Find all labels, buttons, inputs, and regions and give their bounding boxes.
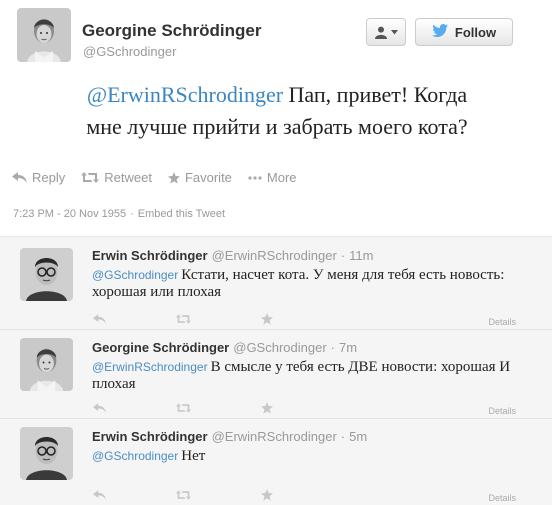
reply-item: Erwin Schrödinger @ErwinRSchrodinger 5m @G… xyxy=(0,419,552,505)
reply-author-name[interactable]: Georgine Schrödinger xyxy=(92,340,229,355)
reply-icon[interactable] xyxy=(93,314,106,324)
author-handle[interactable]: @GSchrodinger xyxy=(83,44,176,59)
reply-text: @ErwinRSchrodinger В смысле у тебя есть Д… xyxy=(92,359,547,393)
reply-icon xyxy=(12,172,27,183)
reply-icon[interactable] xyxy=(93,490,106,500)
reply-time[interactable]: 5m xyxy=(341,429,367,444)
reply-header: Erwin Schrödinger @ErwinRSchrodinger 11m xyxy=(92,248,373,263)
details-link[interactable]: Details xyxy=(488,493,516,503)
star-icon[interactable] xyxy=(261,313,273,325)
more-label: More xyxy=(266,170,297,185)
avatar-georgine[interactable] xyxy=(17,8,71,62)
reply-text: @GSchrodinger Нет xyxy=(92,448,547,465)
user-icon xyxy=(374,26,388,39)
favorite-action[interactable]: Favorite xyxy=(167,170,232,185)
favorite-label: Favorite xyxy=(184,170,232,185)
tweet-text: @ErwinRSchrodinger Пап, привет! Когда мн… xyxy=(12,79,542,143)
reply-header: Erwin Schrödinger @ErwinRSchrodinger 5m xyxy=(92,429,367,444)
retweet-action[interactable]: Retweet xyxy=(81,170,152,185)
embed-tweet-link[interactable]: Embed this Tweet xyxy=(138,208,225,220)
reply-item: Erwin Schrödinger @ErwinRSchrodinger 11m @… xyxy=(0,237,552,329)
star-icon[interactable] xyxy=(261,489,273,501)
more-action[interactable]: More xyxy=(248,170,297,185)
details-link[interactable]: Details xyxy=(488,406,516,416)
reply-item: Georgine Schrödinger @GSchrodinger 7m @Erw… xyxy=(0,330,552,418)
reply-author-name[interactable]: Erwin Schrödinger xyxy=(92,248,208,263)
tweet-text-line1: Пап, привет! Когда xyxy=(288,82,468,107)
reply-mention[interactable]: @GSchrodinger xyxy=(92,268,178,282)
follow-button[interactable]: Follow xyxy=(415,18,513,46)
details-link[interactable]: Details xyxy=(488,317,516,327)
avatar-erwin[interactable] xyxy=(20,248,73,301)
follow-label: Follow xyxy=(454,24,497,40)
avatar-georgine[interactable] xyxy=(20,338,73,391)
reply-time[interactable]: 7m xyxy=(331,340,357,355)
reply-author-handle[interactable]: @ErwinRSchrodinger xyxy=(212,248,337,263)
main-tweet: Georgine Schrödinger @GSchrodinger Follo… xyxy=(0,0,552,236)
star-icon[interactable] xyxy=(261,402,273,414)
tweet-text-line2: мне лучше прийти и забрать моего кота? xyxy=(86,114,468,139)
reply-actions xyxy=(93,313,273,325)
tweet-actions: Reply Retweet Favorite More xyxy=(12,170,313,185)
reply-text: @GSchrodinger Кстати, насчет кота. У меня… xyxy=(92,267,547,301)
avatar-erwin[interactable] xyxy=(20,427,73,480)
reply-action[interactable]: Reply xyxy=(12,170,65,185)
user-actions-button[interactable] xyxy=(366,18,406,46)
caret-down-icon xyxy=(391,29,398,35)
reply-label: Reply xyxy=(32,170,66,185)
tweet-timestamp[interactable]: 7:23 PM - 20 Nov 1955 xyxy=(13,208,126,220)
reply-mention[interactable]: @ErwinRSchrodinger xyxy=(92,360,208,374)
retweet-icon[interactable] xyxy=(176,490,191,500)
reply-actions xyxy=(93,402,273,414)
retweet-icon[interactable] xyxy=(176,403,191,413)
reply-header: Georgine Schrödinger @GSchrodinger 7m xyxy=(92,340,357,355)
reply-time[interactable]: 11m xyxy=(341,248,374,263)
reply-mention[interactable]: @GSchrodinger xyxy=(92,449,178,463)
author-name[interactable]: Georgine Schrödinger xyxy=(82,21,261,41)
reply-author-handle[interactable]: @GSchrodinger xyxy=(233,340,326,355)
replies-list: Erwin Schrödinger @ErwinRSchrodinger 11m @… xyxy=(0,236,552,505)
reply-body: Нет xyxy=(181,448,206,464)
reply-actions xyxy=(93,489,273,501)
reply-author-handle[interactable]: @ErwinRSchrodinger xyxy=(212,429,337,444)
star-icon xyxy=(167,171,180,184)
more-dots-icon xyxy=(248,175,262,180)
retweet-icon xyxy=(81,172,100,183)
reply-author-name[interactable]: Erwin Schrödinger xyxy=(92,429,208,444)
twitter-bird-icon xyxy=(431,24,448,40)
tweet-meta: 7:23 PM - 20 Nov 1955 · Embed this Tweet xyxy=(13,208,226,220)
retweet-icon[interactable] xyxy=(176,314,191,324)
retweet-label: Retweet xyxy=(104,170,152,185)
tweet-mention[interactable]: @ErwinRSchrodinger xyxy=(87,82,283,107)
reply-icon[interactable] xyxy=(93,403,106,413)
